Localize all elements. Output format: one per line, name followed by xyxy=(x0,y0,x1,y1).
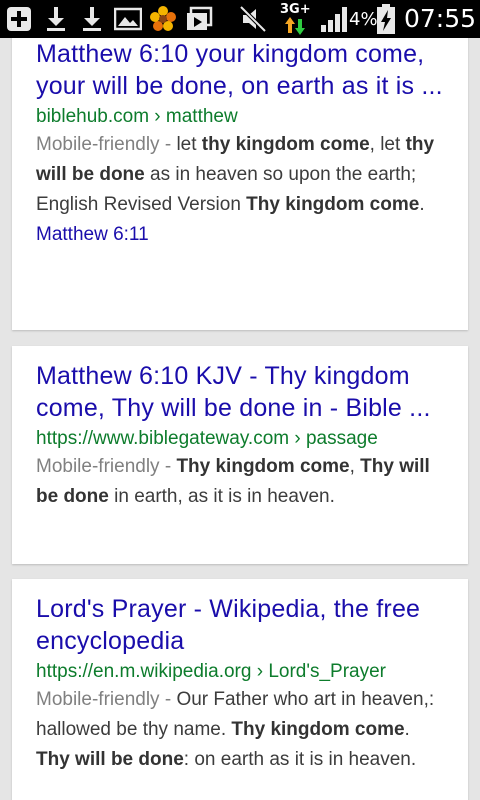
snippet-text: . xyxy=(419,194,425,215)
result-snippet: Mobile-friendly - let thy kingdom come, … xyxy=(36,130,444,220)
add-icon[interactable] xyxy=(3,0,35,38)
clock: 07:55 xyxy=(404,4,477,33)
photos-icon xyxy=(183,0,215,38)
result-url: https://en.m.wikipedia.org › Lord's_Pray… xyxy=(36,661,387,682)
result-card: Matthew 6:10 KJV - Thy kingdom come, Thy… xyxy=(12,346,468,564)
image-icon xyxy=(112,0,144,38)
snippet-text: , xyxy=(349,456,361,477)
download-icon xyxy=(78,0,106,38)
snippet-highlight: Thy kingdom come xyxy=(231,719,405,740)
result-title-link[interactable]: Matthew 6:10 KJV - Thy kingdom come, Thy… xyxy=(36,360,444,424)
mobile-friendly-label: Mobile-friendly - xyxy=(36,456,177,477)
battery-charging-icon xyxy=(374,0,398,38)
mobile-friendly-label: Mobile-friendly - xyxy=(36,134,177,155)
result-url: biblehub.com › matthew xyxy=(36,106,238,127)
search-results: Matthew 6:10 your kingdom come, your wil… xyxy=(0,38,480,800)
data-arrows-icon xyxy=(282,16,308,36)
result-title-link[interactable]: Lord's Prayer - Wikipedia, the free ency… xyxy=(36,593,444,657)
status-bar: 3G+ 4% 07:55 xyxy=(0,0,480,38)
result-url: https://www.biblegateway.com › passage xyxy=(36,428,378,449)
snippet-highlight: Thy kingdom come xyxy=(176,456,350,477)
mobile-friendly-label: Mobile-friendly - xyxy=(36,689,177,710)
sublink-matthew-6-11[interactable]: Matthew 6:11 xyxy=(36,222,444,248)
mute-icon xyxy=(238,0,268,38)
snippet-text: let xyxy=(176,134,202,155)
snippet-highlight: Thy kingdom come xyxy=(246,194,420,215)
flower-icon xyxy=(147,0,179,38)
snippet-highlight: Thy will be done xyxy=(36,749,184,770)
snippet-text: , let xyxy=(369,134,406,155)
result-card: Matthew 6:10 your kingdom come, your wil… xyxy=(12,38,468,330)
network-type: 3G+ xyxy=(280,2,311,17)
download-icon xyxy=(42,0,70,38)
snippet-highlight: thy kingdom come xyxy=(201,134,370,155)
snippet-text: in earth, as it is in heaven. xyxy=(108,486,335,507)
signal-icon xyxy=(318,0,352,38)
result-title-link[interactable]: Matthew 6:10 your kingdom come, your wil… xyxy=(36,38,444,102)
result-snippet: Mobile-friendly - Our Father who art in … xyxy=(36,685,444,775)
snippet-text: . xyxy=(404,719,410,740)
result-snippet: Mobile-friendly - Thy kingdom come, Thy … xyxy=(36,452,444,512)
snippet-text: : on earth as it is in heaven. xyxy=(183,749,417,770)
result-card: Lord's Prayer - Wikipedia, the free ency… xyxy=(12,579,468,800)
